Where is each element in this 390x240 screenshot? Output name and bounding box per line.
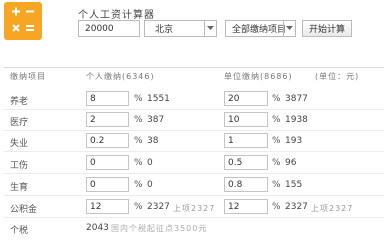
percent-sign: % <box>134 180 143 190</box>
items-select[interactable]: 全部缴纳项目 <box>225 20 296 37</box>
company-rate-input[interactable]: 10 <box>224 112 268 127</box>
personal-rate-input[interactable]: 12 <box>86 199 129 214</box>
personal-cap-note: 上项2327 <box>173 204 216 213</box>
percent-sign: % <box>272 115 281 125</box>
percent-sign: % <box>272 180 281 190</box>
unit-note: (单位：元) <box>315 72 360 81</box>
row-divider <box>4 173 384 174</box>
personal-rate-input[interactable]: 0.2 <box>86 133 129 148</box>
company-amount: 2327 <box>285 202 308 212</box>
row-label-pension: 养老 <box>10 97 29 107</box>
percent-sign: % <box>134 94 143 104</box>
company-rate-input[interactable]: 0.5 <box>224 155 268 170</box>
tax-label: 个税 <box>10 226 29 236</box>
col-header-company: 单位缴纳(8686) <box>224 72 293 81</box>
col-header-personal: 个人缴纳(6346) <box>86 72 155 81</box>
personal-rate-input[interactable]: 0 <box>86 177 129 192</box>
company-rate-input[interactable]: 1 <box>224 133 268 148</box>
company-rate-input[interactable]: 20 <box>224 91 268 106</box>
company-amount: 96 <box>285 158 297 168</box>
percent-sign: % <box>134 202 143 212</box>
percent-sign: % <box>134 158 143 168</box>
percent-sign: % <box>134 115 143 125</box>
row-divider <box>4 109 384 110</box>
chevron-down-icon[interactable] <box>204 21 216 36</box>
calculator-logo <box>4 2 42 40</box>
percent-sign: % <box>272 158 281 168</box>
city-select-value: 北京 <box>155 25 174 35</box>
company-cap-note: 上项2327 <box>311 204 354 213</box>
percent-sign: % <box>272 136 281 146</box>
row-divider <box>4 195 384 196</box>
company-rate-input[interactable]: 12 <box>224 199 268 214</box>
personal-rate-input[interactable]: 8 <box>86 91 129 106</box>
tax-value: 2043 <box>86 223 109 233</box>
company-rate-input[interactable]: 0.8 <box>224 177 268 192</box>
personal-amount: 38 <box>147 136 159 146</box>
personal-amount: 0 <box>147 158 153 168</box>
row-label-housing-fund: 公积金 <box>10 205 38 215</box>
personal-amount: 2327 <box>147 202 170 212</box>
row-divider <box>4 130 384 131</box>
percent-sign: % <box>272 94 281 104</box>
row-label-injury: 工伤 <box>10 161 29 171</box>
chevron-down-icon[interactable] <box>283 21 295 36</box>
personal-rate-input[interactable]: 0 <box>86 155 129 170</box>
calculator-icon <box>12 7 34 32</box>
row-label-medical: 医疗 <box>10 118 29 128</box>
company-amount: 193 <box>285 136 303 146</box>
percent-sign: % <box>272 202 281 212</box>
row-divider <box>4 217 384 218</box>
tax-threshold-note: 国内个税起征点3500元 <box>111 224 208 233</box>
row-divider <box>4 151 384 152</box>
personal-amount: 0 <box>147 180 153 190</box>
app-title: 个人工资计算器 <box>78 10 155 21</box>
items-select-value: 全部缴纳项目 <box>232 25 287 35</box>
header-divider <box>4 67 384 68</box>
row-label-unemployment: 失业 <box>10 139 29 149</box>
company-amount: 1938 <box>285 115 308 125</box>
salary-input[interactable]: 20000 <box>78 20 140 37</box>
personal-amount: 1551 <box>147 94 170 104</box>
personal-amount: 387 <box>147 115 165 125</box>
city-select[interactable]: 北京 <box>144 20 217 37</box>
percent-sign: % <box>134 136 143 146</box>
personal-rate-input[interactable]: 2 <box>86 112 129 127</box>
col-header-item: 缴纳项目 <box>10 72 46 81</box>
company-amount: 3877 <box>285 94 308 104</box>
company-amount: 155 <box>285 180 303 190</box>
calculate-button[interactable]: 开始计算 <box>302 20 352 37</box>
row-label-maternity: 生育 <box>10 183 29 193</box>
